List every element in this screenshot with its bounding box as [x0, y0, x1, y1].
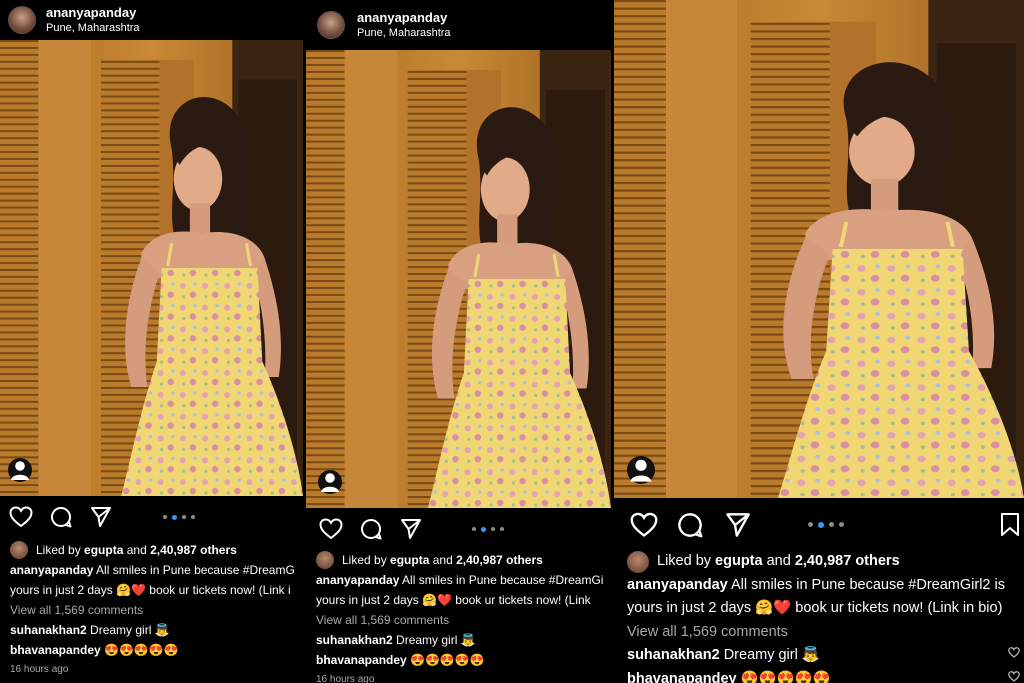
username[interactable]: ananyapanday [46, 5, 140, 20]
comment-like-heart-icon[interactable] [1008, 647, 1020, 658]
caption-text: All smiles in Pune because #DreamGi [96, 563, 295, 577]
liked-by-user[interactable]: egupta [84, 543, 123, 557]
comment-username[interactable]: suhanakhan2 [10, 623, 87, 637]
liked-by-prefix: Liked by [657, 553, 712, 569]
username[interactable]: ananyapanday [357, 10, 451, 25]
comment-username[interactable]: suhanakhan2 [627, 647, 720, 663]
post-panel-3: Liked by egupta and 2,40,987 others anan… [614, 0, 1024, 683]
liked-by-prefix: Liked by [36, 543, 81, 557]
caption-text-cont: yours in just 2 days 🤗❤️ book ur tickets… [316, 593, 591, 607]
likes-summary[interactable]: Liked by egupta and 2,40,987 others [10, 540, 295, 560]
liked-by-and: and [766, 553, 791, 569]
caption-text-cont: yours in just 2 days 🤗❤️ book ur tickets… [627, 600, 1003, 616]
caption-username[interactable]: ananyapanday [316, 573, 399, 587]
avatar[interactable] [317, 11, 345, 39]
tag-user-icon[interactable] [8, 458, 32, 482]
comment-text: 😍😍😍😍😍 [740, 670, 831, 683]
caption-text: All smiles in Pune because #DreamGi [402, 573, 603, 587]
share-icon[interactable] [725, 512, 751, 538]
carousel-dots [808, 521, 844, 528]
post-photo[interactable] [306, 50, 611, 508]
comment-text: 😍😍😍😍😍 [410, 653, 485, 667]
post-photo[interactable] [614, 0, 1024, 498]
post-header: ananyapanday Pune, Maharashtra [306, 0, 611, 50]
heart-icon[interactable] [9, 506, 33, 528]
post-panel-2: ananyapanday Pune, Maharashtra Liked by … [306, 0, 611, 683]
bookmark-icon[interactable] [1000, 512, 1020, 538]
tag-user-icon[interactable] [318, 470, 342, 494]
likes-summary[interactable]: Liked by egupta and 2,40,987 others [316, 550, 603, 570]
comment-text: Dreamy girl 👼 [396, 633, 476, 647]
timestamp: 16 hours ago [316, 674, 375, 683]
location[interactable]: Pune, Maharashtra [357, 27, 451, 39]
carousel-dots [472, 526, 504, 532]
view-comments-link[interactable]: View all 1,569 comments [10, 600, 295, 620]
comment-icon[interactable] [677, 512, 703, 538]
caption-username[interactable]: ananyapanday [10, 563, 93, 577]
share-icon[interactable] [90, 506, 112, 528]
view-comments-link[interactable]: View all 1,569 comments [627, 621, 1016, 645]
liked-by-user[interactable]: egupta [390, 553, 429, 567]
liked-by-prefix: Liked by [342, 553, 387, 567]
comment-username[interactable]: suhanakhan2 [316, 633, 393, 647]
comment-username[interactable]: bhavanapandey [316, 653, 407, 667]
caption-text: All smiles in Pune because #DreamGirl2 i… [730, 576, 1005, 593]
location[interactable]: Pune, Maharashtra [46, 22, 140, 34]
comment-username[interactable]: bhavanapandey [10, 643, 101, 657]
caption-username[interactable]: ananyapanday [627, 577, 728, 593]
liked-count[interactable]: 2,40,987 others [150, 543, 237, 557]
comment-icon[interactable] [50, 506, 72, 528]
comment-like-heart-icon[interactable] [1008, 671, 1020, 682]
share-icon[interactable] [400, 518, 422, 540]
tag-user-icon[interactable] [627, 456, 655, 484]
liked-count[interactable]: 2,40,987 others [456, 553, 543, 567]
liked-by-user[interactable]: egupta [715, 553, 763, 569]
avatar[interactable] [8, 6, 36, 34]
liker-avatar [627, 550, 649, 573]
timestamp: 16 hours ago [10, 664, 69, 675]
liked-count[interactable]: 2,40,987 others [795, 553, 900, 569]
comment-text: Dreamy girl 👼 [723, 647, 820, 663]
comment-text: Dreamy girl 👼 [90, 623, 170, 637]
liked-by-and: and [432, 553, 453, 567]
heart-icon[interactable] [319, 518, 343, 540]
post-header: ananyapanday Pune, Maharashtra [0, 0, 303, 40]
comment-text: 😍😍😍😍😍 [104, 643, 179, 657]
post-panel-1: ananyapanday Pune, Maharashtra Liked by … [0, 0, 303, 683]
likes-summary[interactable]: Liked by egupta and 2,40,987 others [627, 550, 1016, 574]
carousel-dots [163, 514, 195, 520]
view-comments-link[interactable]: View all 1,569 comments [316, 610, 603, 630]
comment-icon[interactable] [360, 518, 382, 540]
caption-text-cont: yours in just 2 days 🤗❤️ book ur tickets… [10, 583, 291, 597]
liker-avatar [10, 541, 28, 559]
heart-icon[interactable] [630, 512, 658, 538]
comment-username[interactable]: bhavanapandey [627, 671, 737, 683]
liked-by-and: and [126, 543, 147, 557]
liker-avatar [316, 551, 334, 569]
post-photo[interactable] [0, 40, 303, 496]
